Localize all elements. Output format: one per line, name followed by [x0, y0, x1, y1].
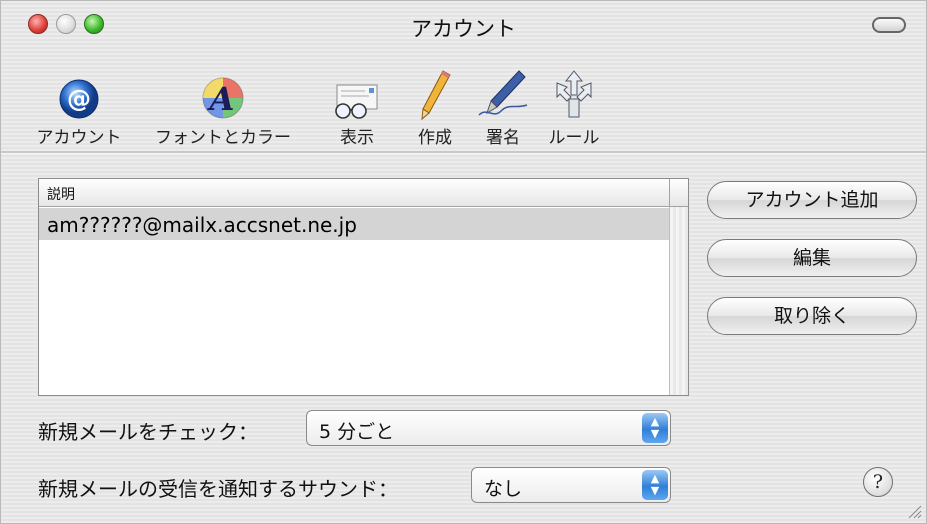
- accounts-table[interactable]: 説明 am??????@mailx.accsnet.ne.jp: [38, 178, 689, 396]
- at-sign-icon: @: [59, 79, 99, 119]
- preferences-window: アカウント @ アカウント A フォントとカラー 表示 作成 署名 ルール 説明…: [0, 0, 927, 524]
- font-color-icon: A: [202, 77, 244, 119]
- check-mail-value: 5 分ごと: [319, 421, 395, 443]
- help-button[interactable]: ?: [863, 467, 893, 497]
- preferences-toolbar: @ アカウント A フォントとカラー 表示 作成 署名 ルール: [1, 70, 926, 153]
- window-title: アカウント: [411, 17, 516, 41]
- toolbar-divider: [1, 151, 926, 154]
- check-mail-popup[interactable]: 5 分ごと ▲ ▼: [306, 410, 671, 446]
- account-description: am??????@mailx.accsnet.ne.jp: [47, 213, 357, 237]
- popup-arrows-icon: ▲ ▼: [642, 413, 668, 443]
- pencil-icon: [421, 70, 451, 121]
- column-header-description: 説明: [47, 187, 75, 203]
- toolbar-item-label: ルール: [548, 128, 600, 148]
- toolbar-item-signatures[interactable]: 署名: [469, 70, 537, 148]
- resize-grip-icon[interactable]: [906, 503, 922, 519]
- toolbar-item-fonts-colors[interactable]: A フォントとカラー: [149, 71, 297, 148]
- toolbar-item-rules[interactable]: ルール: [539, 70, 609, 148]
- toolbar-item-composing[interactable]: 作成: [403, 70, 467, 148]
- rules-arrows-icon: [556, 70, 592, 118]
- check-mail-label: 新規メールをチェック：: [38, 420, 258, 444]
- remove-account-button[interactable]: 取り除く: [707, 297, 917, 335]
- notify-sound-popup[interactable]: なし ▲ ▼: [471, 467, 671, 503]
- svg-text:A: A: [207, 80, 235, 118]
- svg-text:@: @: [67, 85, 91, 113]
- toolbar-item-label: フォントとカラー: [155, 128, 291, 148]
- toolbar-item-accounts[interactable]: @ アカウント: [25, 71, 133, 148]
- notify-sound-value: なし: [484, 478, 523, 500]
- title-bar[interactable]: アカウント: [1, 1, 926, 41]
- toolbar-item-label: 署名: [486, 128, 520, 148]
- glasses-icon: [335, 84, 378, 119]
- notify-sound-label: 新規メールの受信を通知するサウンド：: [38, 477, 398, 501]
- edit-account-button[interactable]: 編集: [707, 239, 917, 277]
- popup-arrows-icon: ▲ ▼: [642, 470, 668, 500]
- table-header-corner: [669, 179, 688, 207]
- toolbar-toggle-button[interactable]: [872, 17, 906, 33]
- add-account-button[interactable]: アカウント追加: [707, 181, 917, 219]
- toolbar-item-label: 作成: [418, 128, 452, 148]
- column-header[interactable]: 説明: [39, 179, 669, 207]
- toolbar-item-label: 表示: [340, 128, 374, 148]
- fountain-pen-icon: [478, 70, 528, 116]
- table-row[interactable]: am??????@mailx.accsnet.ne.jp: [39, 208, 669, 240]
- toolbar-item-label: アカウント: [36, 128, 122, 148]
- vertical-scrollbar[interactable]: [669, 207, 688, 395]
- toolbar-item-viewing[interactable]: 表示: [323, 71, 391, 148]
